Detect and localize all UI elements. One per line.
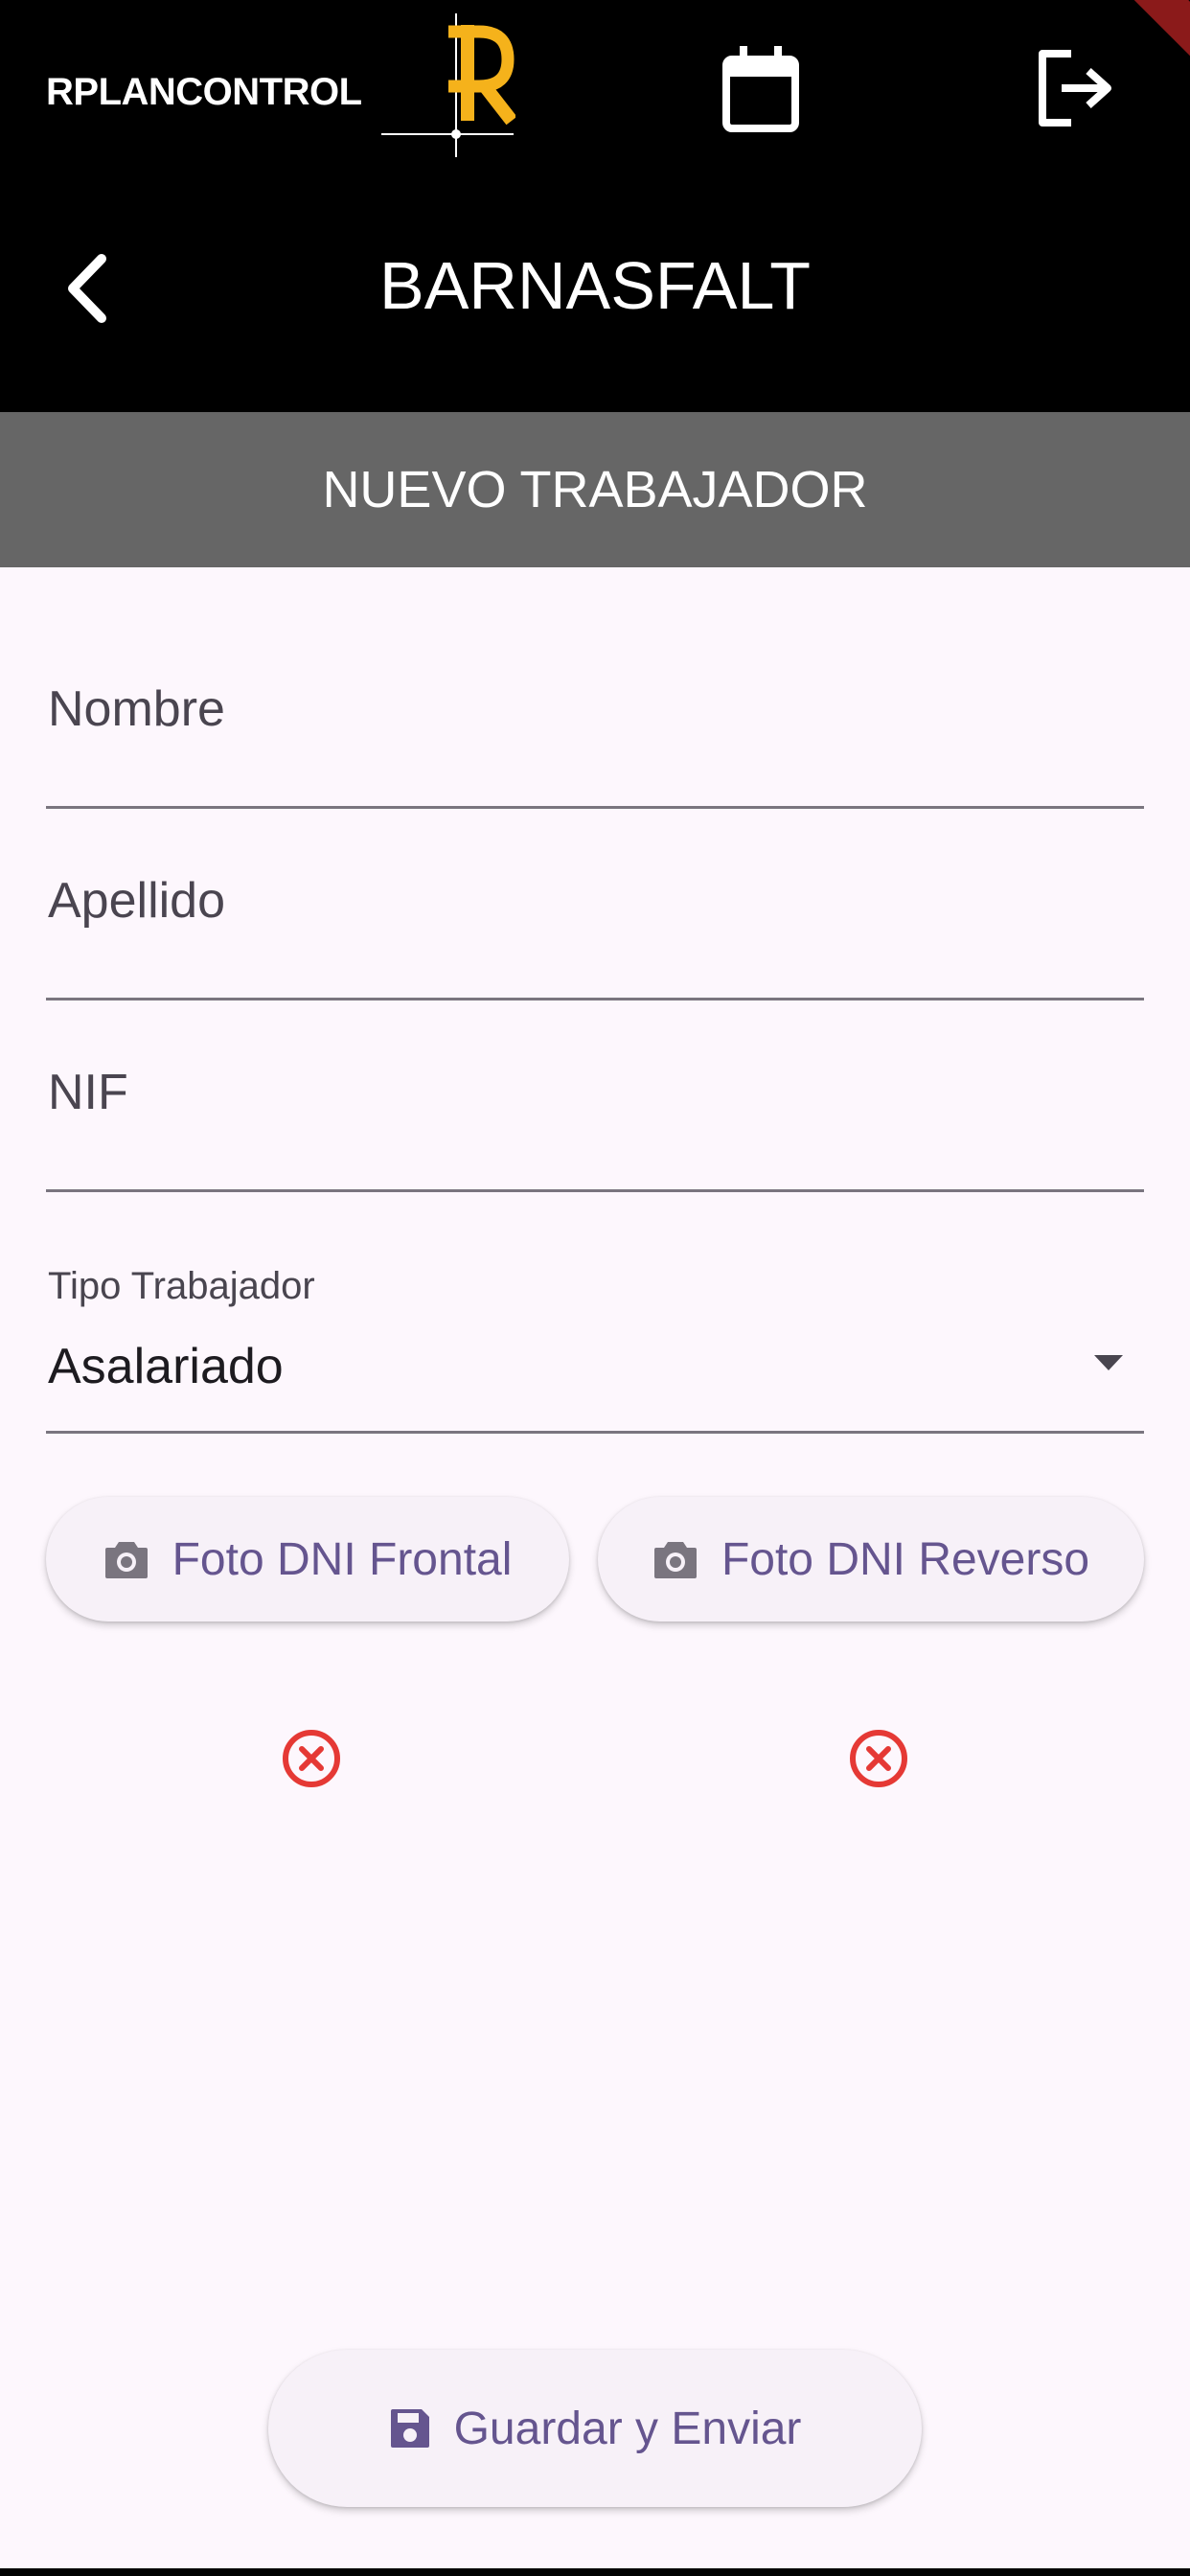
nombre-field[interactable]: Nombre — [46, 652, 1144, 809]
cancel-circle-icon — [283, 1730, 340, 1787]
apellido-placeholder: Apellido — [48, 873, 226, 929]
tipo-trabajador-value: Asalariado — [48, 1339, 284, 1394]
guardar-y-enviar-label: Guardar y Enviar — [453, 2403, 802, 2454]
apellido-field[interactable]: Apellido — [46, 843, 1144, 1000]
foto-dni-frontal-label: Foto DNI Frontal — [172, 1533, 513, 1585]
logout-button[interactable] — [1029, 42, 1121, 134]
guardar-y-enviar-button[interactable]: Guardar y Enviar — [268, 2350, 922, 2507]
logo-text: RPLANCONTROL — [46, 71, 362, 113]
foto-dni-reverso-button[interactable]: Foto DNI Reverso — [598, 1497, 1144, 1622]
calendar-button[interactable] — [721, 42, 801, 134]
remove-frontal-photo-button[interactable] — [281, 1728, 342, 1794]
camera-icon — [652, 1538, 698, 1580]
cancel-circle-icon — [850, 1730, 907, 1787]
section-title: NUEVO TRABAJADOR — [322, 461, 868, 518]
calendar-icon — [722, 46, 799, 132]
nombre-placeholder: Nombre — [48, 681, 225, 737]
camera-icon — [103, 1538, 149, 1580]
logo-mark-icon — [381, 13, 515, 157]
debug-ribbon — [1113, 0, 1190, 77]
tipo-trabajador-select[interactable]: Tipo Trabajador Asalariado — [46, 1246, 1144, 1434]
app-logo: RPLANCONTROL — [46, 13, 525, 167]
bottom-edge — [0, 2568, 1190, 2576]
logout-icon — [1039, 50, 1111, 126]
app-root: RPLANCONTROL BARNASFALT NUEVO TRABAJADOR… — [0, 0, 1190, 2576]
foto-dni-frontal-button[interactable]: Foto DNI Frontal — [46, 1497, 569, 1622]
save-icon — [389, 2407, 431, 2450]
remove-reverso-photo-button[interactable] — [848, 1728, 909, 1794]
tipo-trabajador-label: Tipo Trabajador — [48, 1265, 315, 1307]
dropdown-arrow-icon — [1094, 1355, 1123, 1370]
nif-field[interactable]: NIF — [46, 1035, 1144, 1192]
company-title: BARNASFALT — [379, 248, 811, 323]
foto-dni-reverso-label: Foto DNI Reverso — [721, 1533, 1090, 1585]
nif-placeholder: NIF — [48, 1065, 128, 1120]
app-header: RPLANCONTROL BARNASFALT — [0, 0, 1190, 412]
